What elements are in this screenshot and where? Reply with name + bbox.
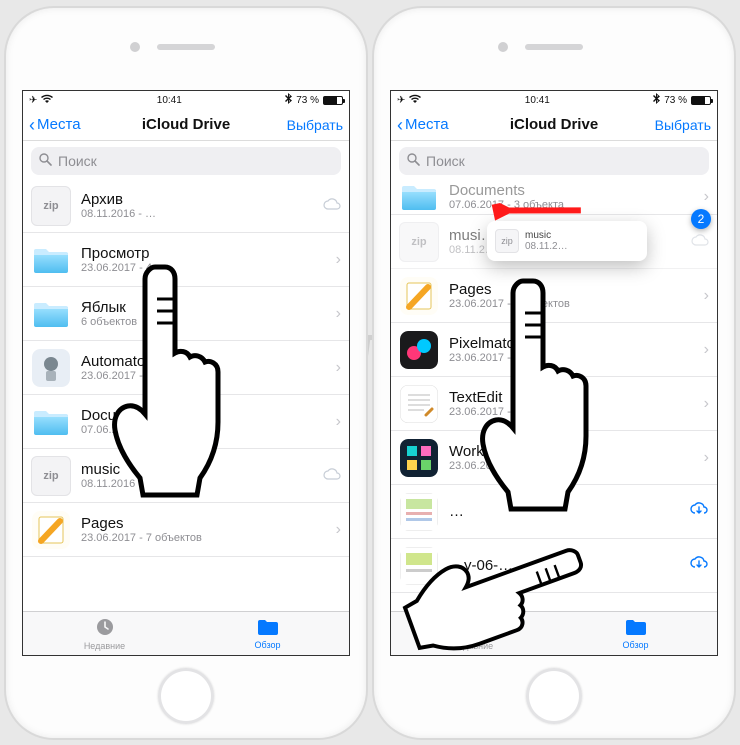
zip-icon: zip [31,186,71,226]
speaker-slot [157,44,215,50]
search-field[interactable]: Поиск [31,147,341,175]
tab-recent[interactable]: Недавние [23,612,186,655]
chevron-right-icon: › [695,449,709,467]
file-list: zip musi…08.11.2… Pages23.06.2017 - 7 об… [391,215,717,593]
search-placeholder: Поиск [426,153,465,169]
chevron-right-icon: › [695,395,709,413]
back-button[interactable]: ‹ Места [397,116,449,134]
chevron-right-icon: › [695,341,709,359]
wifi-icon [409,94,421,107]
clock-icon [95,617,115,639]
select-button[interactable]: Выбрать [287,117,343,133]
chevron-left-icon: ‹ [397,116,403,134]
airplane-icon: ✈︎ [397,95,405,106]
cloud-icon [319,197,341,215]
folder-tab-icon [257,618,279,638]
list-item[interactable]: TextEdit23.06.2017 - … › [391,377,717,431]
list-item[interactable]: Pages23.06.2017 - 7 объектов › [23,503,349,557]
list-item[interactable]: Просмотр23.06.2017 - 4 … › [23,233,349,287]
phone-mockup-right: ✈︎ 10:41 73 % ‹ Места iCloud Drive Выбра… [374,8,734,738]
chevron-right-icon: › [327,251,341,269]
chevron-right-icon: › [695,188,709,206]
drag-preview: zip music 08.11.2… [487,221,647,261]
select-button[interactable]: Выбрать [655,117,711,133]
status-time: 10:41 [525,95,550,106]
pages-icon [399,276,439,316]
phone-mockup-left: ✈︎ 10:41 73 % ‹ Места iCloud Drive Выбра [6,8,366,738]
list-item[interactable]: Яблык6 объектов › [23,287,349,341]
zip-icon: zip [399,222,439,262]
home-button[interactable] [158,668,214,724]
folder-icon [399,183,439,211]
list-item[interactable]: zip music08.11.2016 - ↑ 0 КБ [23,449,349,503]
airplane-icon: ✈︎ [29,95,37,106]
status-time: 10:41 [157,95,182,106]
list-item[interactable]: Pages23.06.2017 - 7 объектов › [391,269,717,323]
selection-count-badge: 2 [691,209,711,229]
clock-icon [463,617,483,639]
search-icon [407,153,420,169]
battery-pct: 73 % [664,95,687,106]
tab-recent[interactable]: Недавние [391,612,554,655]
list-item[interactable]: Automator23.06.2017 - … › [23,341,349,395]
bluetooth-icon [285,93,292,107]
automator-icon [31,348,71,388]
list-item[interactable]: Documents07.06.2017 - 3 объекта › [391,179,717,215]
screen-left: ✈︎ 10:41 73 % ‹ Места iCloud Drive Выбра [22,90,350,656]
battery-pct: 73 % [296,95,319,106]
folder-icon [31,240,71,280]
folder-icon [31,294,71,334]
list-item[interactable]: … [391,485,717,539]
bluetooth-icon [653,93,660,107]
screen-right: ✈︎ 10:41 73 % ‹ Места iCloud Drive Выбра… [390,90,718,656]
tab-browse[interactable]: Обзор [554,612,717,655]
list-item[interactable]: Pixelmator23.06.2017 - 25… › [391,323,717,377]
pixelmator-icon [399,330,439,370]
speaker-slot [525,44,583,50]
home-button[interactable] [526,668,582,724]
search-placeholder: Поиск [58,153,97,169]
textedit-icon [399,384,439,424]
tab-bar: Недавние Обзор [23,611,349,655]
folder-icon [31,402,71,442]
list-item[interactable]: zip Архив08.11.2016 - … [23,179,349,233]
chevron-right-icon: › [695,287,709,305]
document-icon [399,492,439,532]
list-item[interactable]: Documents07.06.2017 - 3 объекта › [23,395,349,449]
search-field[interactable]: Поиск [399,147,709,175]
pages-icon [31,510,71,550]
camera-dot [130,42,140,52]
chevron-right-icon: › [327,359,341,377]
chevron-right-icon: › [327,413,341,431]
battery-icon [323,96,343,105]
tab-browse[interactable]: Обзор [186,612,349,655]
list-item[interactable]: …y-06-… [391,539,717,593]
folder-tab-icon [625,618,647,638]
wifi-icon [41,94,53,107]
status-bar: ✈︎ 10:41 73 % [391,91,717,109]
file-list: zip Архив08.11.2016 - … Просмотр23.06.20… [23,179,349,557]
battery-icon [691,96,711,105]
camera-dot [498,42,508,52]
zip-icon: zip [495,229,519,253]
cloud-download-icon[interactable] [687,501,709,522]
cloud-download-icon[interactable] [687,555,709,576]
chevron-right-icon: › [327,521,341,539]
nav-bar: ‹ Места iCloud Drive Выбрать [23,109,349,141]
zip-icon: zip [31,456,71,496]
document-icon [399,546,439,586]
cloud-icon [687,233,709,251]
search-icon [39,153,52,169]
nav-bar: ‹ Места iCloud Drive Выбрать [391,109,717,141]
workflow-icon [399,438,439,478]
cloud-icon [319,467,341,485]
list-item[interactable]: Workflow23.06.2017 - 0 объектов › [391,431,717,485]
status-bar: ✈︎ 10:41 73 % [23,91,349,109]
back-button[interactable]: ‹ Места [29,116,81,134]
chevron-left-icon: ‹ [29,116,35,134]
tab-bar: Недавние Обзор [391,611,717,655]
chevron-right-icon: › [327,305,341,323]
